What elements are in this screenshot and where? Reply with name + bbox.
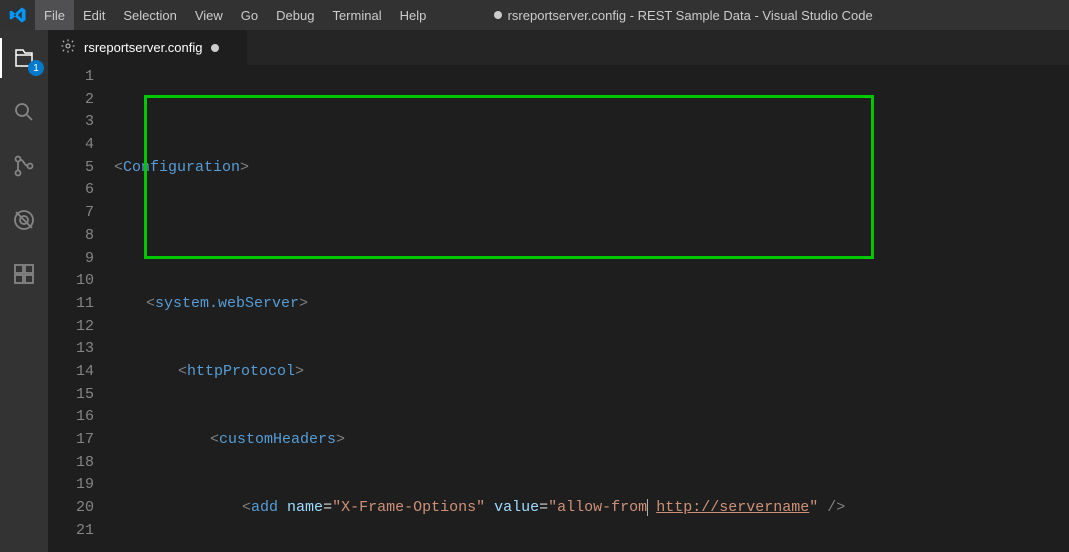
code-line: <httpProtocol> xyxy=(114,361,1069,384)
line-number: 20 xyxy=(48,497,94,520)
line-number: 9 xyxy=(48,248,94,271)
tab-filename: rsreportserver.config xyxy=(84,40,203,55)
editor-area: rsreportserver.config 123456789101112131… xyxy=(48,30,1069,552)
titlebar: FileEditSelectionViewGoDebugTerminalHelp… xyxy=(0,0,1069,30)
line-number: 10 xyxy=(48,270,94,293)
vscode-logo-icon xyxy=(0,0,35,30)
code-content[interactable]: <Configuration> <system.webServer> <http… xyxy=(114,65,1069,552)
line-number: 21 xyxy=(48,520,94,543)
line-number: 17 xyxy=(48,429,94,452)
window-title-text: rsreportserver.config - REST Sample Data… xyxy=(508,8,873,23)
line-number: 1 xyxy=(48,66,94,89)
menu-item-help[interactable]: Help xyxy=(391,0,436,30)
window-title: rsreportserver.config - REST Sample Data… xyxy=(435,8,931,23)
menu-item-edit[interactable]: Edit xyxy=(74,0,114,30)
extensions-icon[interactable] xyxy=(0,254,48,294)
line-number: 7 xyxy=(48,202,94,225)
menu-item-selection[interactable]: Selection xyxy=(114,0,185,30)
search-icon[interactable] xyxy=(0,92,48,132)
menu-item-go[interactable]: Go xyxy=(232,0,267,30)
line-number: 18 xyxy=(48,452,94,475)
line-number: 5 xyxy=(48,157,94,180)
line-number-gutter: 123456789101112131415161718192021 xyxy=(48,65,114,552)
line-number: 4 xyxy=(48,134,94,157)
menu-item-file[interactable]: File xyxy=(35,0,74,30)
line-number: 2 xyxy=(48,89,94,112)
code-line: <system.webServer> xyxy=(114,293,1069,316)
menubar: FileEditSelectionViewGoDebugTerminalHelp xyxy=(35,0,435,30)
settings-file-icon xyxy=(60,38,76,57)
text-cursor xyxy=(647,499,648,516)
debug-icon[interactable] xyxy=(0,200,48,240)
menu-item-view[interactable]: View xyxy=(186,0,232,30)
code-line: <customHeaders> xyxy=(114,429,1069,452)
line-number: 6 xyxy=(48,179,94,202)
code-line xyxy=(114,225,1069,248)
line-number: 15 xyxy=(48,384,94,407)
menu-item-debug[interactable]: Debug xyxy=(267,0,323,30)
source-control-icon[interactable] xyxy=(0,146,48,186)
line-number: 8 xyxy=(48,225,94,248)
line-number: 12 xyxy=(48,316,94,339)
tab-bar: rsreportserver.config xyxy=(48,30,1069,65)
line-number: 19 xyxy=(48,474,94,497)
editor-body[interactable]: 123456789101112131415161718192021 <Confi… xyxy=(48,65,1069,552)
line-number: 3 xyxy=(48,111,94,134)
code-line: <Configuration> xyxy=(114,157,1069,180)
menu-item-terminal[interactable]: Terminal xyxy=(323,0,390,30)
line-number: 16 xyxy=(48,406,94,429)
line-number: 14 xyxy=(48,361,94,384)
activity-bar: 1 xyxy=(0,30,48,552)
line-number: 13 xyxy=(48,338,94,361)
explorer-badge: 1 xyxy=(28,60,44,76)
line-number: 11 xyxy=(48,293,94,316)
editor-tab[interactable]: rsreportserver.config xyxy=(48,30,248,65)
code-line: <add name="X-Frame-Options" value="allow… xyxy=(114,497,1069,520)
modified-dot-icon xyxy=(211,44,219,52)
explorer-icon[interactable]: 1 xyxy=(0,38,48,78)
unsaved-dot-icon xyxy=(494,11,502,19)
